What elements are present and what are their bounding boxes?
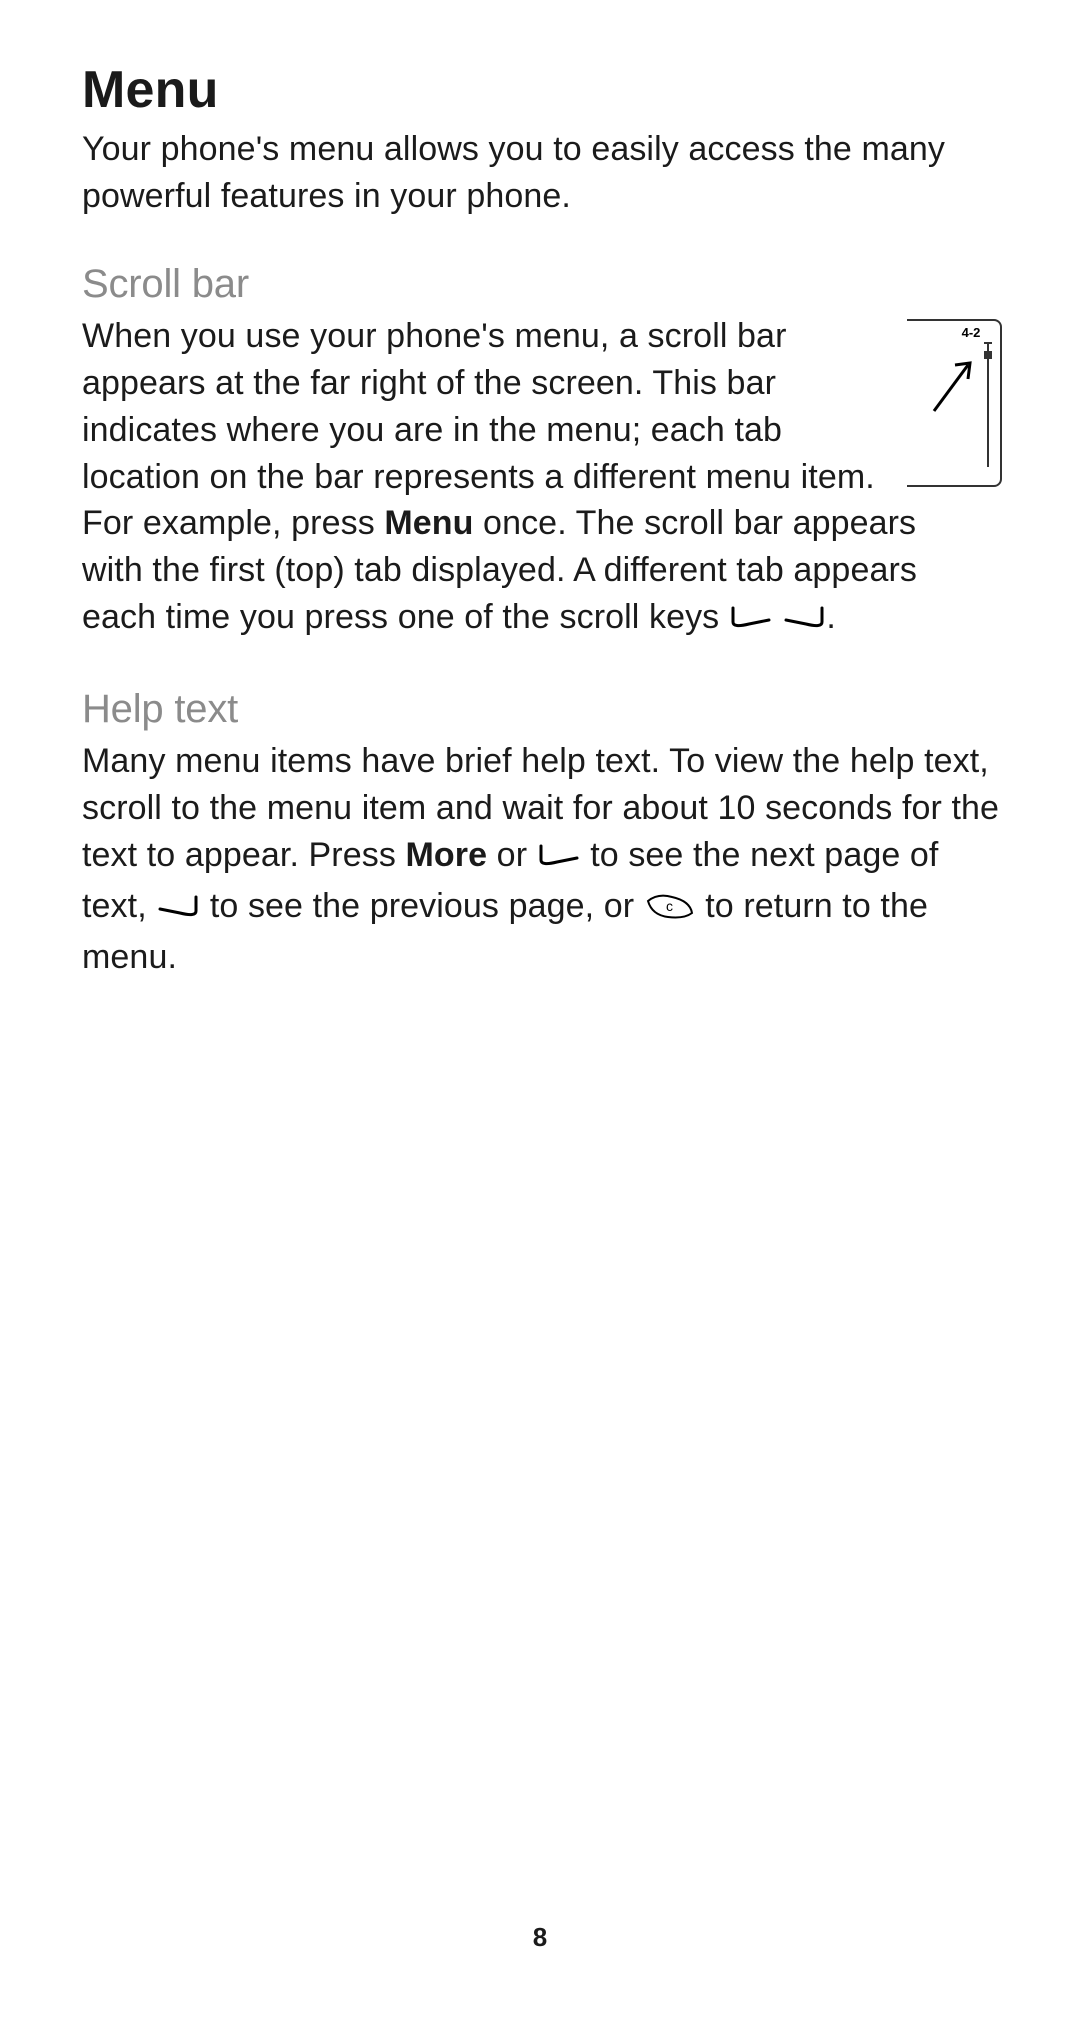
page-title: Menu [82, 60, 1002, 120]
scrollbar-example: For example, press Menu once. The scroll… [82, 500, 982, 645]
intro-paragraph: Your phone's menu allows you to easily a… [82, 126, 962, 220]
helptext-body: Many menu items have brief help text. To… [82, 738, 1002, 981]
help-body-2: or [487, 836, 537, 874]
svg-text:c: c [666, 898, 673, 914]
scroll-down-icon [537, 836, 581, 883]
scroll-down-icon [729, 598, 773, 645]
c-button-icon: c [644, 887, 696, 934]
manual-page: Menu Your phone's menu allows you to eas… [0, 0, 1080, 2039]
page-number: 8 [0, 1922, 1080, 1953]
scroll-up-icon [782, 598, 826, 645]
scrollbar-section: When you use your phone's menu, a scroll… [82, 313, 1002, 501]
scrollbar-heading: Scroll bar [82, 262, 1002, 307]
scroll-up-icon [156, 887, 200, 934]
helptext-heading: Help text [82, 687, 1002, 732]
menu-keyword: Menu [384, 504, 473, 542]
scrollbar-body: When you use your phone's menu, a scroll… [82, 313, 886, 501]
figure-label-text: 4-2 [962, 325, 981, 340]
more-keyword: More [406, 836, 488, 874]
example-pre: For example, press [82, 504, 384, 542]
help-body-4: to see the previous page, or [200, 887, 643, 925]
scrollbar-figure: 4-2 [906, 319, 1002, 494]
example-post-2: . [826, 598, 836, 636]
